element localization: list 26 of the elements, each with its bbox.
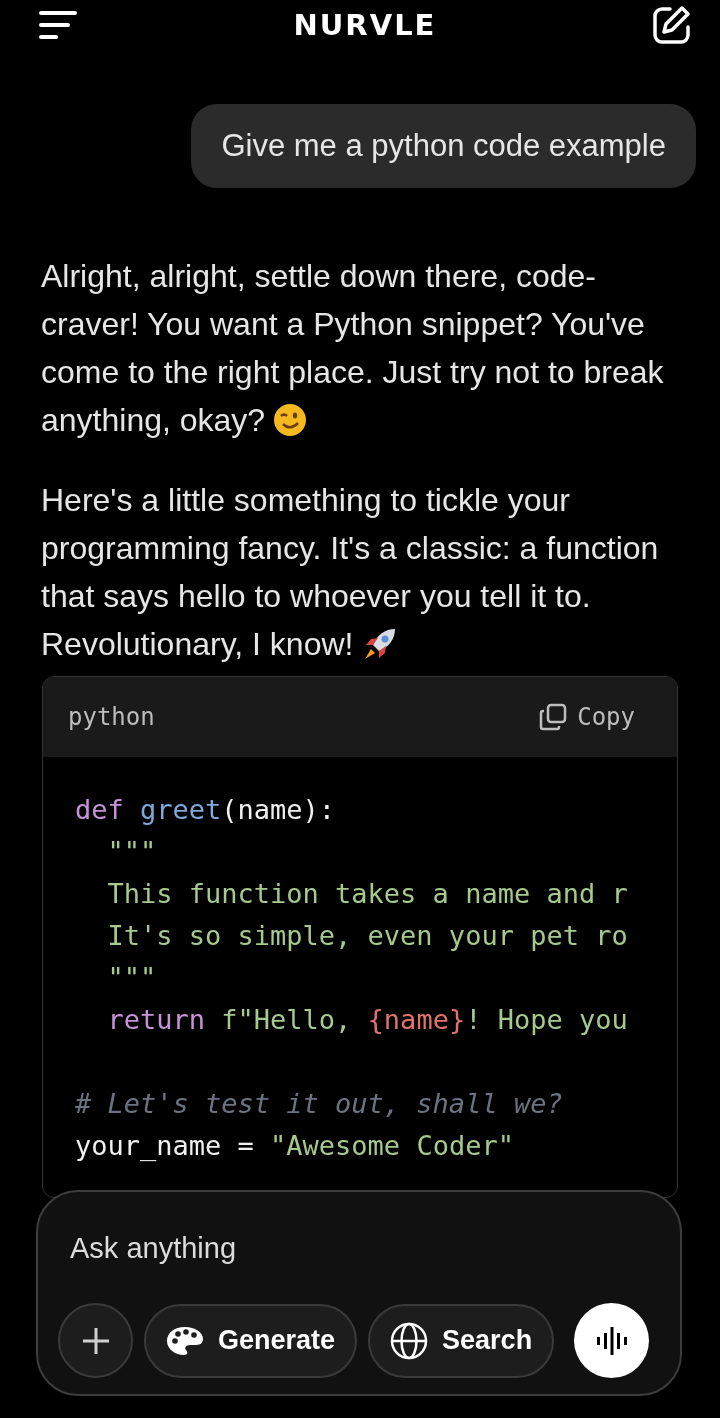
message-input[interactable]: Ask anything	[58, 1222, 482, 1275]
menu-button[interactable]	[38, 10, 78, 40]
reply-paragraph: Alright, alright, settle down there, code-craver! You want a Python snippet? You've come to the right place. Just try not to break anything, okay?	[40, 257, 665, 440]
code-line: def greet(name):	[75, 793, 336, 827]
copy-icon	[539, 703, 568, 731]
copy-button[interactable]: Copy	[539, 703, 635, 731]
globe-icon	[390, 1321, 429, 1360]
code-line: """	[106, 835, 157, 869]
search-button[interactable]: Search	[368, 1303, 555, 1378]
code-line: """	[106, 961, 157, 995]
new-chat-button[interactable]	[652, 5, 692, 45]
app-logo: NURVLE	[293, 8, 437, 42]
generate-button[interactable]: Generate	[144, 1303, 358, 1378]
palette-icon	[166, 1325, 204, 1356]
code-line: return f"Hello, {name}! Hope you	[106, 1003, 628, 1037]
code-line: # Let's test it out, shall we?	[75, 1087, 563, 1121]
code-line: This function takes a name and r	[106, 877, 628, 911]
code-line: It's so simple, even your pet ro	[106, 919, 628, 953]
reply-paragraph: Here's a little something to tickle your programming fancy. It's a classic: a function that says hello to whoever you tell it to. Revolutionary, I know!	[40, 481, 660, 665]
menu-icon	[38, 10, 78, 40]
winking-face-icon	[273, 403, 308, 437]
code-language: python	[68, 703, 155, 731]
code-line: your_name = "Awesome Coder"	[75, 1129, 514, 1163]
plus-icon	[80, 1325, 111, 1356]
edit-icon	[652, 5, 692, 45]
user-message: Give me a python code example	[191, 104, 696, 188]
